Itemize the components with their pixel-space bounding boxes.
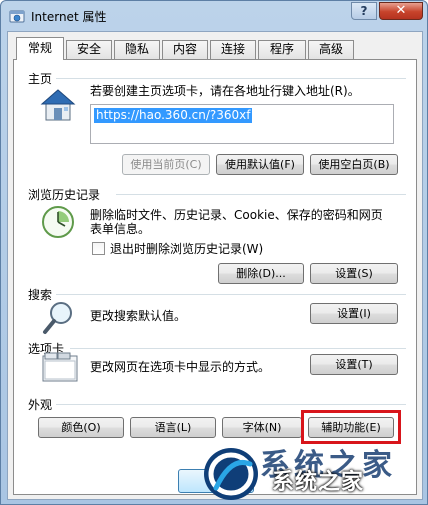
general-panel: 主页 若要创建主页选项卡，请在各地址行键入地址(R)。 https://hao.… xyxy=(13,59,417,495)
divider xyxy=(56,404,406,405)
divider xyxy=(56,78,406,79)
search-settings-button[interactable]: 设置(I) xyxy=(310,303,398,324)
fonts-button[interactable]: 字体(N) xyxy=(222,417,302,438)
home-url-value: https://hao.360.cn/?360xf xyxy=(94,108,253,123)
tab-content[interactable]: 内容 xyxy=(162,40,208,59)
tab-programs[interactable]: 程序 xyxy=(258,40,306,59)
accessibility-highlight-box xyxy=(301,410,401,444)
tab-privacy[interactable]: 隐私 xyxy=(114,40,160,59)
delete-on-exit-checkbox[interactable] xyxy=(92,242,105,255)
home-url-textarea[interactable]: https://hao.360.cn/?360xf xyxy=(90,104,394,144)
history-settings-button[interactable]: 设置(S) xyxy=(310,263,398,284)
use-blank-button[interactable]: 使用空白页(B) xyxy=(310,154,398,175)
internet-options-icon xyxy=(9,10,25,23)
colors-button[interactable]: 颜色(O) xyxy=(38,417,124,438)
appearance-heading: 外观 xyxy=(28,398,53,412)
site-watermark: 系统之家 系统之家 xyxy=(196,440,428,505)
tab-general[interactable]: 常规 xyxy=(16,37,64,60)
history-clock-icon xyxy=(42,206,74,238)
title-bar[interactable]: Internet 属性 ? ✕ xyxy=(1,1,428,31)
divider xyxy=(116,194,406,195)
search-description: 更改搜索默认值。 xyxy=(90,309,187,323)
tab-security[interactable]: 安全 xyxy=(66,40,112,59)
delete-on-exit-label: 退出时删除浏览历史记录(W) xyxy=(110,242,264,256)
home-description: 若要创建主页选项卡，请在各地址行键入地址(R)。 xyxy=(90,84,360,98)
tabs-window-icon xyxy=(42,352,78,382)
delete-history-button[interactable]: 删除(D)... xyxy=(218,263,304,284)
languages-button[interactable]: 语言(L) xyxy=(130,417,216,438)
tabs-settings-button[interactable]: 设置(T) xyxy=(310,354,398,375)
internet-properties-window: Internet 属性 ? ✕ 常规 安全 隐私 内容 连接 程序 高级 主页 … xyxy=(0,0,428,505)
dialog-client: 常规 安全 隐私 内容 连接 程序 高级 主页 若要创建主页选项卡，请在各地址行… xyxy=(7,31,423,500)
divider xyxy=(56,294,406,295)
history-description-line1: 删除临时文件、历史记录、Cookie、保存的密码和网页 xyxy=(90,208,383,222)
window-title: Internet 属性 xyxy=(31,10,107,24)
divider xyxy=(70,348,406,349)
tabs-description: 更改网页在选项卡中显示的方式。 xyxy=(90,360,271,374)
help-button[interactable]: ? xyxy=(351,2,377,20)
use-current-button[interactable]: 使用当前页(C) xyxy=(122,154,210,175)
watermark-logo-icon xyxy=(204,448,258,500)
tab-connections[interactable]: 连接 xyxy=(210,40,256,59)
history-heading: 浏览历史记录 xyxy=(28,188,101,202)
home-icon xyxy=(40,89,76,121)
watermark-text: 系统之家 xyxy=(272,470,365,495)
search-magnifier-icon xyxy=(43,302,72,334)
history-description-line2: 表单信息。 xyxy=(90,222,151,236)
tab-advanced[interactable]: 高级 xyxy=(308,40,354,59)
home-page-heading: 主页 xyxy=(28,72,53,86)
close-button[interactable]: ✕ xyxy=(379,2,423,20)
use-default-button[interactable]: 使用默认值(F) xyxy=(216,154,304,175)
